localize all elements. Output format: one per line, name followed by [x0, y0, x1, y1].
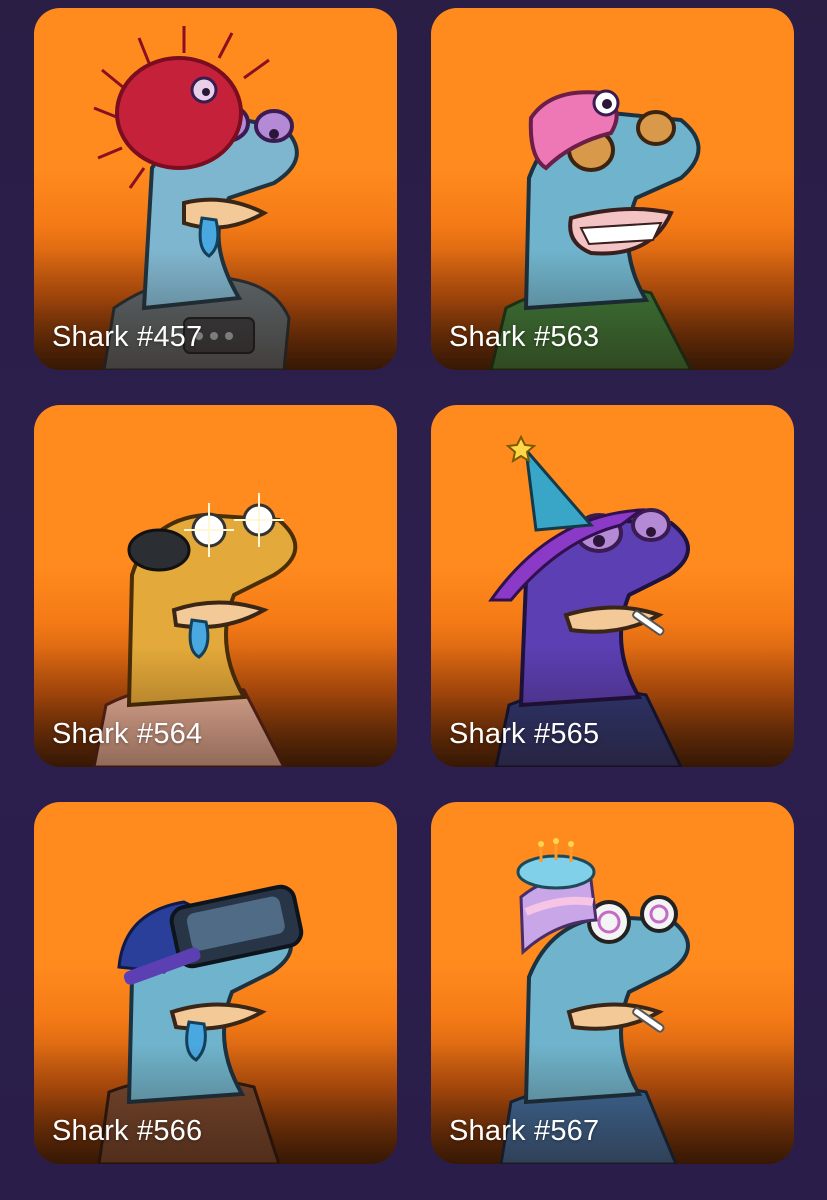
nft-card[interactable]: Shark #565 [431, 405, 794, 767]
nft-name: Shark #566 [52, 1115, 203, 1147]
nft-card[interactable]: Shark #563 [431, 8, 794, 370]
nft-card[interactable]: Shark #457 [34, 8, 397, 370]
nft-name: Shark #563 [449, 321, 600, 353]
nft-name: Shark #567 [449, 1115, 600, 1147]
nft-name: Shark #457 [52, 321, 203, 353]
nft-name: Shark #565 [449, 718, 600, 750]
nft-card[interactable]: Shark #567 [431, 802, 794, 1164]
nft-card[interactable]: Shark #566 [34, 802, 397, 1164]
nft-card[interactable]: Shark #564 [34, 405, 397, 767]
nft-grid: Shark #457 Shark #563 Shark #564 Shark #… [0, 0, 827, 1200]
nft-name: Shark #564 [52, 718, 203, 750]
